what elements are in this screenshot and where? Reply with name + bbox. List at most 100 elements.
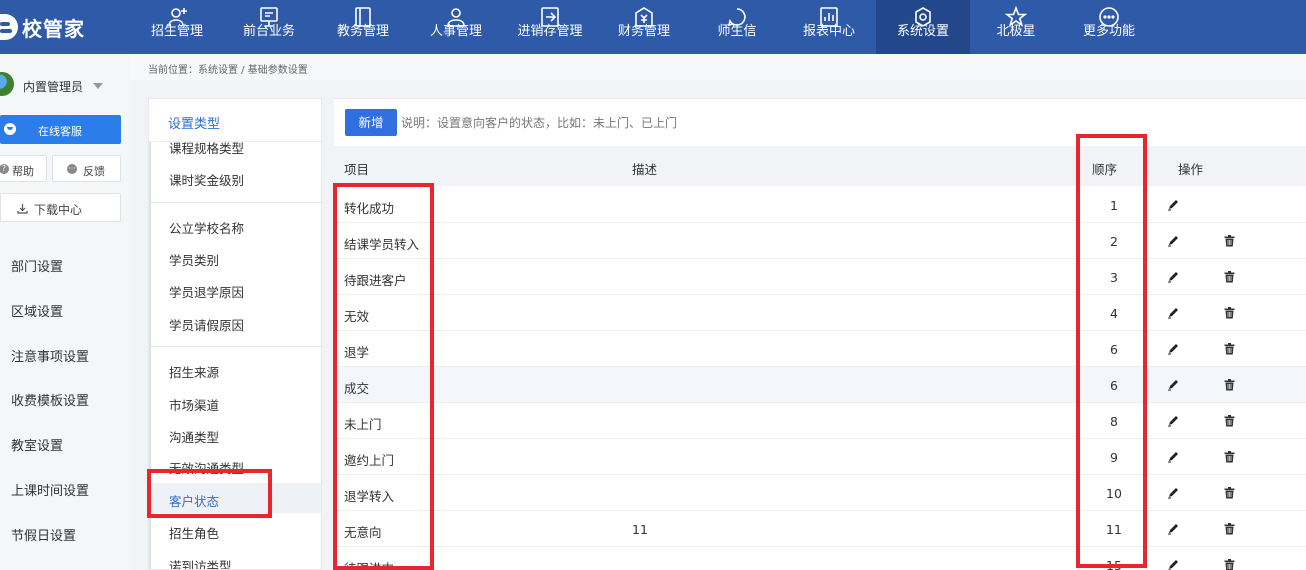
nav-label: 教务管理 <box>336 24 389 39</box>
edit-pencil-icon[interactable] <box>1167 379 1179 391</box>
table-row: 结课学员转入 2 <box>334 223 1306 259</box>
nav-label: 招生管理 <box>150 24 203 39</box>
sidebar-item-department[interactable]: 部门设置 <box>0 242 130 286</box>
table-row: 退学 6 <box>334 331 1306 367</box>
sidebar-item-notes[interactable]: 注意事项设置 <box>0 332 130 376</box>
table-header: 项目 描述 顺序 操作 <box>334 146 1306 186</box>
breadcrumb: 当前位置：系统设置 / 基础参数设置 <box>148 65 308 76</box>
type-item[interactable]: 公立学校名称 <box>169 218 244 237</box>
column-header-desc: 描述 <box>632 162 658 177</box>
delete-trash-icon[interactable] <box>1224 379 1235 391</box>
avatar <box>0 72 14 96</box>
type-item[interactable]: 沟通类型 <box>169 427 219 446</box>
annotation-box-item-column <box>333 183 434 570</box>
delete-trash-icon[interactable] <box>1224 343 1235 355</box>
nav-label: 师生信 <box>717 24 757 39</box>
delete-trash-icon[interactable] <box>1224 559 1235 570</box>
delete-trash-icon[interactable] <box>1224 307 1235 319</box>
nav-label: 人事管理 <box>429 24 482 39</box>
table-row: 待跟进客户 3 <box>334 259 1306 295</box>
sidebar-item-classroom[interactable]: 教室设置 <box>0 421 130 465</box>
description-note: 说明：设置意向客户的状态，比如：未上门、已上门 <box>401 116 678 130</box>
edit-pencil-icon[interactable] <box>1167 343 1179 355</box>
download-center-label: 下载中心 <box>34 203 83 217</box>
type-item[interactable]: 市场渠道 <box>169 395 219 414</box>
sidebar-item-class-time[interactable]: 上课时间设置 <box>0 466 130 510</box>
question-icon: ? <box>0 164 9 174</box>
edit-pencil-icon[interactable] <box>1167 307 1179 319</box>
delete-trash-icon[interactable] <box>1224 523 1235 535</box>
type-item[interactable]: 课时奖金级别 <box>169 170 244 189</box>
nav-item-system-settings[interactable]: 系统设置 <box>876 0 970 54</box>
type-item[interactable]: 招生角色 <box>169 523 219 542</box>
add-button[interactable]: 新增 <box>345 109 397 136</box>
table-row: 无意向 11 11 <box>334 511 1306 547</box>
nav-item-polaris[interactable]: 北极星 <box>969 0 1063 54</box>
column-header-ops: 操作 <box>1178 162 1204 177</box>
nav-label: 更多功能 <box>1082 24 1135 39</box>
delete-trash-icon[interactable] <box>1224 415 1235 427</box>
user-name: 内置管理员 <box>23 80 84 94</box>
edit-pencil-icon[interactable] <box>1167 235 1179 247</box>
edit-pencil-icon[interactable] <box>1167 559 1179 570</box>
nav-label: 财务管理 <box>617 24 670 39</box>
edit-pencil-icon[interactable] <box>1167 271 1179 283</box>
nav-item-inventory[interactable]: 进销存管理 <box>503 0 597 54</box>
left-sidebar: 内置管理员 在线客服 ? 帮助 ··· 反馈 下载中心 部门设置 区域设置 注意… <box>0 54 130 570</box>
edit-pencil-icon[interactable] <box>1167 487 1179 499</box>
table-row: 退学转入 10 <box>334 475 1306 511</box>
chat-dots-icon: ··· <box>67 164 77 174</box>
download-center-button[interactable]: 下载中心 <box>0 193 121 222</box>
type-item[interactable]: 学员类别 <box>169 250 219 269</box>
nav-label: 报表中心 <box>802 24 855 39</box>
logo-text: 校管家 <box>22 16 85 41</box>
nav-item-more[interactable]: 更多功能 <box>1062 0 1156 54</box>
user-menu[interactable]: 内置管理员 <box>0 70 130 102</box>
type-item[interactable]: 学员退学原因 <box>169 282 244 301</box>
type-item[interactable]: 课程规格类型 <box>169 138 244 157</box>
nav-item-enrollment[interactable]: 招生管理 <box>130 0 224 54</box>
sidebar-item-fee-template[interactable]: 收费模板设置 <box>0 376 130 420</box>
divider <box>149 202 321 203</box>
table-row: 未上门 8 <box>334 403 1306 439</box>
nav-item-academic[interactable]: 教务管理 <box>316 0 410 54</box>
online-service-button[interactable]: 在线客服 <box>0 115 121 144</box>
sidebar-item-region[interactable]: 区域设置 <box>0 287 130 331</box>
logo[interactable]: 校管家 <box>0 0 130 54</box>
nav-label: 前台业务 <box>242 24 295 39</box>
sidebar-item-holiday[interactable]: 节假日设置 <box>0 511 130 555</box>
delete-trash-icon[interactable] <box>1224 487 1235 499</box>
table-row: 转化成功 1 <box>334 187 1306 223</box>
edit-pencil-icon[interactable] <box>1167 415 1179 427</box>
delete-trash-icon[interactable] <box>1224 451 1235 463</box>
divider <box>149 346 321 347</box>
annotation-box-customer-status <box>147 469 272 518</box>
feedback-label: 反馈 <box>83 165 105 178</box>
nav-label: 系统设置 <box>896 24 949 39</box>
edit-pencil-icon[interactable] <box>1167 199 1179 211</box>
delete-trash-icon[interactable] <box>1224 235 1235 247</box>
nav-item-finance[interactable]: 财务管理 <box>597 0 691 54</box>
edit-pencil-icon[interactable] <box>1167 451 1179 463</box>
table-row: 待跟进中 15 <box>334 547 1306 570</box>
nav-item-messaging[interactable]: 师生信 <box>690 0 784 54</box>
edit-pencil-icon[interactable] <box>1167 523 1179 535</box>
table-row: 成交 6 <box>334 367 1306 403</box>
feedback-button[interactable]: ··· 反馈 <box>52 155 121 182</box>
cell-desc: 11 <box>632 522 648 537</box>
help-button[interactable]: ? 帮助 <box>0 155 47 182</box>
nav-label: 进销存管理 <box>517 24 583 39</box>
column-header-item: 项目 <box>344 162 370 177</box>
nav-item-reports[interactable]: 报表中心 <box>782 0 876 54</box>
nav-item-hr[interactable]: 人事管理 <box>409 0 503 54</box>
type-item[interactable]: 招生来源 <box>169 362 219 381</box>
table-row: 无效 4 <box>334 295 1306 331</box>
table-row: 邀约上门 9 <box>334 439 1306 475</box>
online-service-label: 在线客服 <box>38 125 82 138</box>
breadcrumb-bar: 当前位置：系统设置 / 基础参数设置 <box>130 54 1306 80</box>
annotation-box-order-column <box>1076 134 1147 568</box>
type-item[interactable]: 学员请假原因 <box>169 315 244 334</box>
type-item[interactable]: 诺到访类型 <box>169 556 232 569</box>
delete-trash-icon[interactable] <box>1224 271 1235 283</box>
nav-item-front-desk[interactable]: 前台业务 <box>222 0 316 54</box>
